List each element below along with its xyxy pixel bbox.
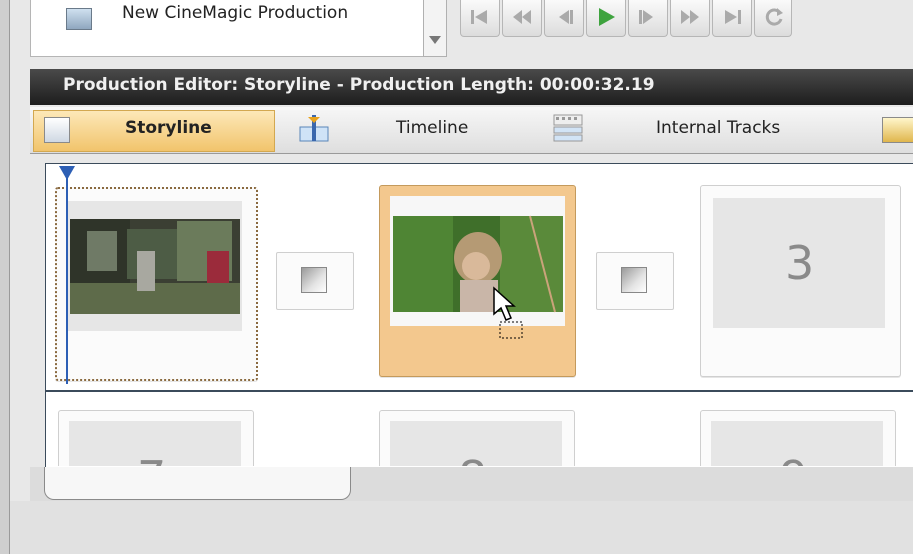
project-list-scrollbar[interactable] — [423, 0, 447, 57]
skip-end-icon — [725, 10, 741, 24]
storyline-clip-2[interactable] — [379, 185, 576, 377]
slot-number: 9 — [779, 451, 808, 466]
storyline-icon — [44, 117, 70, 143]
rewind-button[interactable] — [502, 0, 542, 37]
slot-number: 7 — [137, 451, 166, 466]
loop-icon — [765, 8, 783, 26]
timeline-icon — [298, 113, 330, 149]
slot-number: 3 — [785, 236, 815, 290]
storyline-slot-8[interactable]: 8 — [379, 410, 575, 466]
storyline-clip-1[interactable] — [55, 187, 258, 381]
empty-slot-frame: 8 — [390, 421, 562, 466]
transition-icon — [621, 267, 647, 293]
step-back-button[interactable] — [544, 0, 584, 37]
transition-slot-2[interactable] — [596, 252, 674, 310]
editor-tabs: Storyline Timeline Internal Tracks — [30, 107, 913, 154]
empty-slot-frame: 7 — [69, 421, 241, 466]
fast-forward-button[interactable] — [670, 0, 710, 37]
filmstrip-icon — [66, 8, 92, 30]
window-left-border — [0, 0, 10, 554]
slot-number: 8 — [458, 451, 487, 466]
project-title[interactable]: New CineMagic Production — [122, 3, 348, 23]
empty-slot-frame: 3 — [713, 198, 885, 328]
rewind-icon — [513, 10, 531, 24]
scroll-down-icon[interactable] — [429, 36, 441, 44]
play-icon — [599, 8, 615, 26]
play-button[interactable] — [586, 0, 626, 37]
production-editor-title: Production Editor: Storyline - Productio… — [63, 75, 655, 95]
storyline-row-2: 7 8 9 — [46, 392, 912, 466]
storyline-slot-3[interactable]: 3 — [700, 185, 901, 377]
playhead-line[interactable] — [66, 170, 68, 384]
skip-start-icon — [471, 10, 487, 24]
transition-slot-1[interactable] — [276, 252, 354, 310]
step-forward-button[interactable] — [628, 0, 668, 37]
go-to-end-button[interactable] — [712, 0, 752, 37]
go-to-start-button[interactable] — [460, 0, 500, 37]
scrollbar-thumb[interactable] — [44, 467, 351, 500]
more-tab-icon[interactable] — [882, 117, 913, 143]
tab-storyline-label[interactable]: Storyline — [125, 118, 212, 138]
playhead-marker-icon[interactable] — [59, 166, 75, 180]
tab-internal-tracks-label[interactable]: Internal Tracks — [656, 118, 780, 138]
storyline-slot-9[interactable]: 9 — [700, 410, 896, 466]
production-editor-header: Production Editor: Storyline - Productio… — [30, 69, 913, 105]
step-back-icon — [559, 10, 573, 24]
storyline-horizontal-scrollbar[interactable] — [30, 467, 913, 501]
clip-1-thumbnail — [70, 219, 240, 314]
clip-thumbnail-frame — [390, 196, 565, 326]
clip-2-thumbnail — [393, 215, 563, 313]
transition-icon — [301, 267, 327, 293]
tab-timeline-label[interactable]: Timeline — [396, 118, 468, 138]
empty-slot-frame: 9 — [711, 421, 883, 466]
internal-tracks-icon — [552, 113, 584, 149]
loop-button[interactable] — [754, 0, 792, 37]
storyline-slot-7[interactable]: 7 — [58, 410, 254, 466]
clip-thumbnail-frame — [67, 201, 242, 331]
mouse-cursor-drag-icon — [493, 286, 523, 339]
bottom-panel — [10, 501, 913, 554]
fast-forward-icon — [681, 10, 699, 24]
step-forward-icon — [639, 10, 653, 24]
